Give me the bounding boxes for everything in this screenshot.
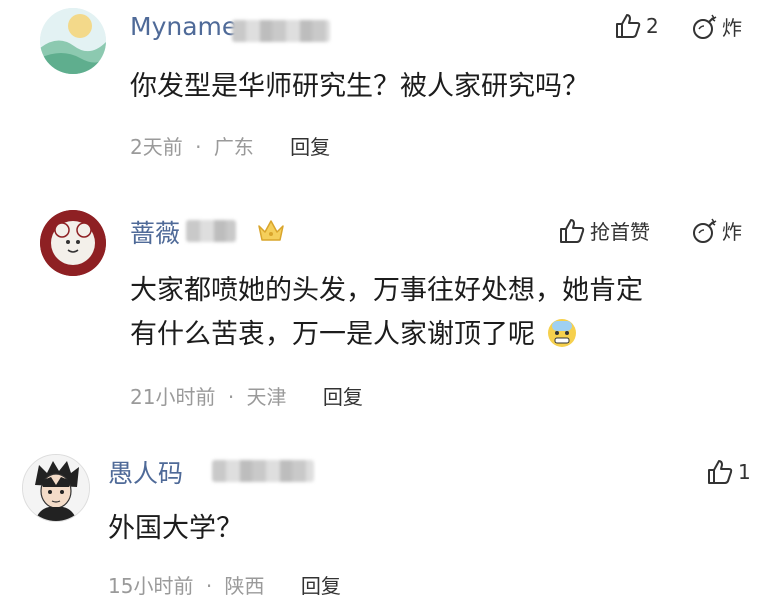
comment-item: 愚人码 1 外国大学？ 15小时前 · 陕西 回复 <box>0 440 768 616</box>
comment-meta: 15小时前 · 陕西 回复 <box>108 574 341 598</box>
bomb-icon <box>693 218 717 243</box>
comment-meta: 2天前 · 广东 回复 <box>130 135 331 159</box>
comment-meta: 21小时前 · 天津 回复 <box>130 385 363 409</box>
bomb-icon <box>693 14 717 39</box>
like-button[interactable]: 抢首赞 <box>558 216 650 245</box>
burn-button[interactable]: 炸 <box>690 12 742 41</box>
redacted-name <box>212 460 314 482</box>
reply-button[interactable]: 回复 <box>323 385 363 409</box>
avatar[interactable] <box>40 8 106 74</box>
thumbs-up-icon <box>708 460 733 484</box>
burn-button[interactable]: 炸 <box>690 216 742 245</box>
avatar[interactable] <box>22 454 90 522</box>
avatar[interactable] <box>40 210 106 276</box>
cold-sweat-emoji-icon <box>546 317 578 362</box>
like-button[interactable]: 2 <box>614 12 659 40</box>
thumbs-up-icon <box>616 14 641 38</box>
comment-text-line: 有什么苦衷，万一是人家谢顶了呢 <box>130 314 578 362</box>
comment-text: 你发型是华师研究生？被人家研究吗？ <box>130 71 589 102</box>
reply-button[interactable]: 回复 <box>301 574 341 598</box>
thumbs-up-icon <box>560 218 585 243</box>
comment-text-line: 大家都喷她的头发，万事往好处想，她肯定 <box>130 275 643 306</box>
username[interactable]: Myname <box>130 12 237 41</box>
redacted-name <box>186 220 236 242</box>
username[interactable]: 蔷薇 <box>130 214 180 250</box>
comment-text: 外国大学？ <box>108 513 243 544</box>
username[interactable]: 愚人码 <box>108 454 183 490</box>
comment-item: 蔷薇 抢首赞 炸 大家都喷她的头发，万事往好处想，她肯定 有什么苦衷，万一是人家… <box>0 190 768 430</box>
comment-item: Myname 2 炸 你发型是华师研究生？被人家研究吗？ 2天前 · 广东 回复 <box>0 0 768 180</box>
redacted-name <box>232 20 330 42</box>
reply-button[interactable]: 回复 <box>290 135 330 159</box>
crown-badge-icon <box>256 216 286 248</box>
like-button[interactable]: 1 <box>706 458 751 486</box>
